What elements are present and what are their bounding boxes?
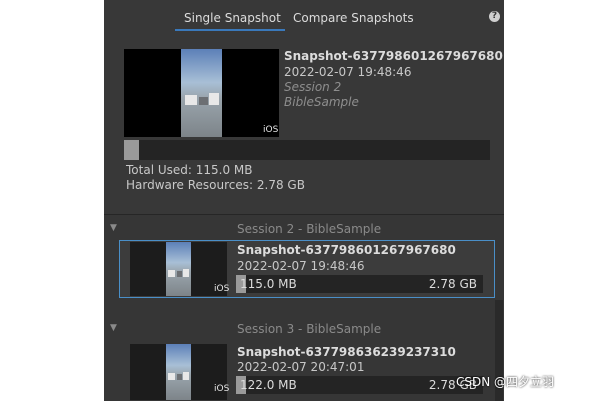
game-view-image [166,344,191,400]
used-memory: 115.0 MB [240,277,297,291]
platform-label: iOS [214,384,230,394]
snapshot-date: 2022-02-07 19:48:46 [284,65,412,79]
hardware-resources: Hardware Resources: 2.78 GB [126,178,305,192]
snapshot-date: 2022-02-07 19:48:46 [237,259,365,273]
memory-usage-bar: 115.0 MB 2.78 GB [236,275,483,293]
session-header[interactable]: Session 2 - BibleSample [237,222,381,236]
game-view-image [181,49,222,137]
tab-bar: Single Snapshot Compare Snapshots ? [104,0,504,32]
platform-label: iOS [263,125,279,135]
help-icon[interactable]: ? [489,11,500,22]
memory-usage-bar [124,140,490,160]
session-header[interactable]: Session 3 - BibleSample [237,322,381,336]
memory-usage-fill [124,140,139,160]
foldout-arrow-icon[interactable]: ▼ [110,323,117,333]
snapshot-list-item[interactable]: iOS Snapshot-637798636239237310 2022-02-… [119,343,493,401]
snapshot-name: Snapshot-637798601267967680 [284,49,503,63]
snapshot-date: 2022-02-07 20:47:01 [237,360,365,374]
watermark: CSDN @四夕立羽 [456,375,555,389]
total-used: Total Used: 115.0 MB [126,163,253,177]
total-memory: 2.78 GB [428,277,477,291]
tab-single-snapshot[interactable]: Single Snapshot [184,11,281,25]
snapshot-session: Session 2 [284,80,342,94]
memory-usage-bar: 122.0 MB 2.78 GB [236,376,483,394]
snapshot-list-item[interactable]: iOS Snapshot-637798601267967680 2022-02-… [119,240,495,298]
memory-profiler-panel: Single Snapshot Compare Snapshots ? iOS … [104,0,504,401]
snapshot-name: Snapshot-637798601267967680 [237,243,456,257]
game-view-image [166,242,191,296]
foldout-arrow-icon[interactable]: ▼ [110,223,117,233]
snapshot-screenshot: iOS [124,49,279,137]
snapshot-thumbnail: iOS [130,242,230,296]
snapshot-thumbnail: iOS [130,344,230,400]
snapshot-list: ▼ Session 2 - BibleSample iOS Snapshot-6… [104,215,504,401]
used-memory: 122.0 MB [240,378,297,392]
snapshot-name: Snapshot-637798636239237310 [237,345,456,359]
snapshot-project: BibleSample [284,95,359,109]
platform-label: iOS [214,284,230,294]
active-tab-indicator [175,29,285,31]
tab-compare-snapshots[interactable]: Compare Snapshots [293,11,414,25]
